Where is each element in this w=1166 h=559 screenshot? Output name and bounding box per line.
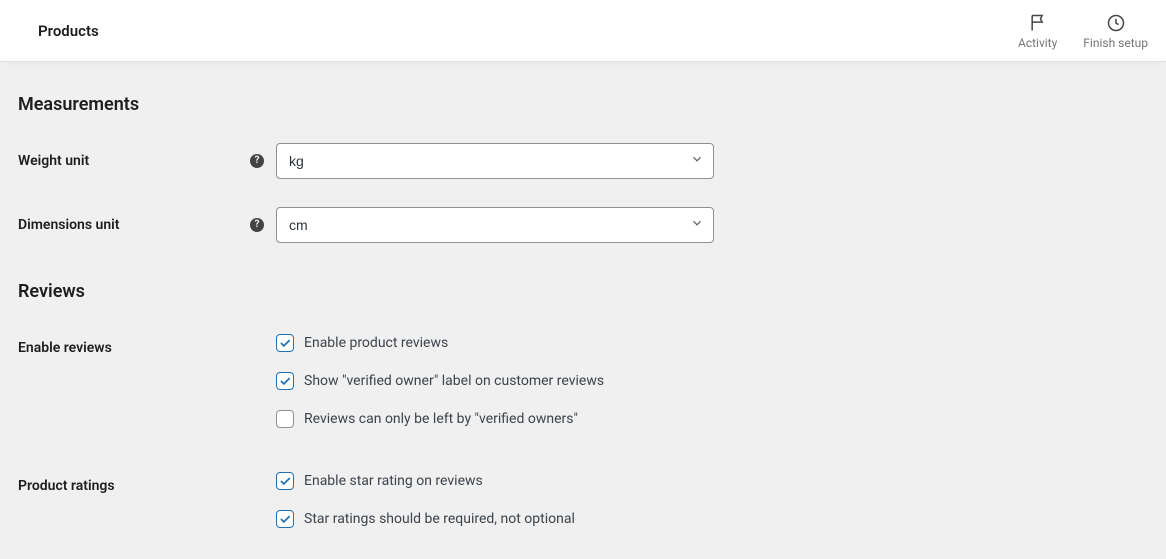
activity-label: Activity xyxy=(1018,36,1057,50)
flag-icon xyxy=(1027,12,1049,34)
checkbox[interactable] xyxy=(276,410,294,428)
checkbox-row: Show "verified owner" label on customer … xyxy=(276,372,604,390)
checkbox[interactable] xyxy=(276,510,294,528)
activity-button[interactable]: Activity xyxy=(1018,12,1057,50)
checkbox-row: Reviews can only be left by "verified ow… xyxy=(276,410,604,428)
dimensions-unit-row: Dimensions unit ? mcmmminyd xyxy=(18,207,1148,243)
checkbox-row: Enable product reviews xyxy=(276,334,604,352)
topbar-actions: Activity Finish setup xyxy=(1018,12,1148,50)
checkbox-label[interactable]: Enable star rating on reviews xyxy=(304,473,483,489)
checkbox[interactable] xyxy=(276,372,294,390)
page-title: Products xyxy=(38,22,99,40)
help-icon[interactable]: ? xyxy=(250,218,264,232)
finish-setup-button[interactable]: Finish setup xyxy=(1083,12,1148,50)
weight-unit-label: Weight unit xyxy=(18,153,89,169)
top-bar: Products Activity Finish setup xyxy=(0,0,1166,62)
enable-reviews-options: Enable product reviews Show "verified own… xyxy=(276,330,604,428)
dimensions-unit-label: Dimensions unit xyxy=(18,217,120,233)
product-ratings-row: Product ratings Enable star rating on re… xyxy=(18,468,1148,528)
product-ratings-options: Enable star rating on reviews Star rating… xyxy=(276,468,575,528)
finish-setup-label: Finish setup xyxy=(1083,36,1148,50)
checkbox-row: Star ratings should be required, not opt… xyxy=(276,510,575,528)
settings-content: Measurements Weight unit ? kgglbsoz Dime… xyxy=(0,62,1166,528)
clock-icon xyxy=(1105,12,1127,34)
enable-reviews-label: Enable reviews xyxy=(18,340,112,356)
checkbox-row: Enable star rating on reviews xyxy=(276,472,575,490)
checkbox-label[interactable]: Reviews can only be left by "verified ow… xyxy=(304,411,578,427)
measurements-heading: Measurements xyxy=(18,94,1148,115)
checkbox-label[interactable]: Show "verified owner" label on customer … xyxy=(304,373,604,389)
checkbox-label[interactable]: Star ratings should be required, not opt… xyxy=(304,511,575,527)
checkbox[interactable] xyxy=(276,472,294,490)
weight-unit-select[interactable]: kgglbsoz xyxy=(276,143,714,179)
checkbox[interactable] xyxy=(276,334,294,352)
reviews-heading: Reviews xyxy=(18,281,1148,302)
dimensions-unit-select[interactable]: mcmmminyd xyxy=(276,207,714,243)
enable-reviews-row: Enable reviews Enable product reviews Sho… xyxy=(18,330,1148,428)
checkbox-label[interactable]: Enable product reviews xyxy=(304,335,448,351)
weight-unit-row: Weight unit ? kgglbsoz xyxy=(18,143,1148,179)
help-icon[interactable]: ? xyxy=(250,154,264,168)
product-ratings-label: Product ratings xyxy=(18,478,115,494)
